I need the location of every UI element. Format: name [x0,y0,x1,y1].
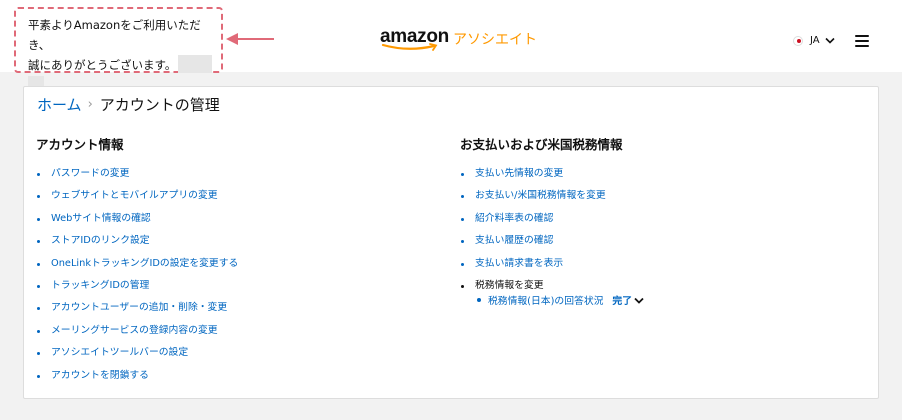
list-item: メーリングサービスの登録内容の変更 [36,320,238,342]
manage-tracking-ids-link[interactable]: トラッキングIDの管理 [51,280,149,291]
list-item: トラッキングIDの管理 [36,275,238,297]
manage-account-users-link[interactable]: アカウントユーザーの追加・削除・変更 [51,302,227,313]
payment-tax-section: お支払いおよび米国税務情報 支払い先情報の変更 お支払い/米国税務情報を変更 紹… [460,134,644,307]
list-item: アカウントユーザーの追加・削除・変更 [36,297,238,319]
status-badge: 完了 [612,296,633,308]
greeting-message: 平素よりAmazonをご利用いただき、 誠にありがとうございます。 [14,7,223,92]
mailing-service-link[interactable]: メーリングサービスの登録内容の変更 [51,325,218,336]
breadcrumb-home-link[interactable]: ホーム [37,94,82,115]
arrow-left-icon [226,33,274,45]
list-item: Webサイト情報の確認 [36,208,238,230]
list-item: 紹介料率表の確認 [460,208,644,230]
amazon-smile-icon [381,43,438,51]
associates-toolbar-link[interactable]: アソシエイトツールバーの設定 [51,347,188,358]
change-payment-tax-info-link[interactable]: お支払い/米国税務情報を変更 [475,190,606,201]
tax-status-toggle[interactable]: 完了 [612,293,644,307]
language-code: JA [810,35,820,46]
chevron-down-icon [634,297,644,304]
greeting-line-2: 誠にありがとうございます。 [28,58,177,72]
list-item: お支払い/米国税務情報を変更 [460,185,644,207]
list-item: アカウントを閉鎖する [36,365,238,387]
payment-history-link[interactable]: 支払い履歴の確認 [475,235,553,246]
view-website-info-link[interactable]: Webサイト情報の確認 [51,213,151,224]
close-account-link[interactable]: アカウントを閉鎖する [51,370,149,381]
list-item: 支払い履歴の確認 [460,230,644,252]
account-info-list: パスワードの変更 ウェブサイトとモバイルアプリの変更 Webサイト情報の確認 ス… [36,163,238,387]
list-item: OneLinkトラッキングIDの設定を変更する [36,253,238,275]
list-item: ウェブサイトとモバイルアプリの変更 [36,185,238,207]
store-id-link-settings-link[interactable]: ストアIDのリンク設定 [51,235,150,246]
japan-flag-icon [793,35,803,46]
chevron-down-icon [825,37,835,44]
change-websites-apps-link[interactable]: ウェブサイトとモバイルアプリの変更 [51,190,218,201]
list-item: 支払い請求書を表示 [460,253,644,275]
logo-subtitle: アソシエイト [452,32,537,48]
list-item: ストアIDのリンク設定 [36,230,238,252]
account-info-heading: アカウント情報 [36,137,124,152]
page-title: アカウントの管理 [99,96,220,114]
account-info-section: アカウント情報 パスワードの変更 ウェブサイトとモバイルアプリの変更 Webサイ… [36,134,238,387]
redacted-name [178,55,213,73]
tax-info-japan-status-link[interactable]: 税務情報(日本)の回答状況 [488,293,603,307]
hamburger-menu-icon[interactable] [855,35,869,47]
amazon-associates-logo[interactable]: amazon アソシエイト [380,26,537,51]
fee-rate-table-link[interactable]: 紹介料率表の確認 [475,213,553,224]
account-management-panel: ホーム › アカウントの管理 アカウント情報 パスワードの変更 ウェブサイトとモ… [23,86,879,399]
onelink-tracking-id-link[interactable]: OneLinkトラッキングIDの設定を変更する [51,258,238,269]
list-item: パスワードの変更 [36,163,238,185]
greeting-line-1: 平素よりAmazonをご利用いただき、 [28,18,201,52]
breadcrumb: ホーム › アカウントの管理 [37,94,220,115]
language-selector[interactable]: JA [793,35,835,46]
top-header: 平素よりAmazonをご利用いただき、 誠にありがとうございます。 amazon… [0,0,902,92]
change-payee-info-link[interactable]: 支払い先情報の変更 [475,168,563,179]
view-invoices-link[interactable]: 支払い請求書を表示 [475,258,563,269]
list-item: アソシエイトツールバーの設定 [36,342,238,364]
payment-tax-list: 支払い先情報の変更 お支払い/米国税務情報を変更 紹介料率表の確認 支払い履歴の… [460,163,644,297]
breadcrumb-separator-icon: › [87,97,93,112]
tax-status-item: 税務情報(日本)の回答状況 完了 [460,293,644,307]
payment-tax-heading: お支払いおよび米国税務情報 [460,137,623,152]
change-tax-info-label: 税務情報を変更 [475,279,544,291]
list-item: 支払い先情報の変更 [460,163,644,185]
change-password-link[interactable]: パスワードの変更 [51,168,129,179]
